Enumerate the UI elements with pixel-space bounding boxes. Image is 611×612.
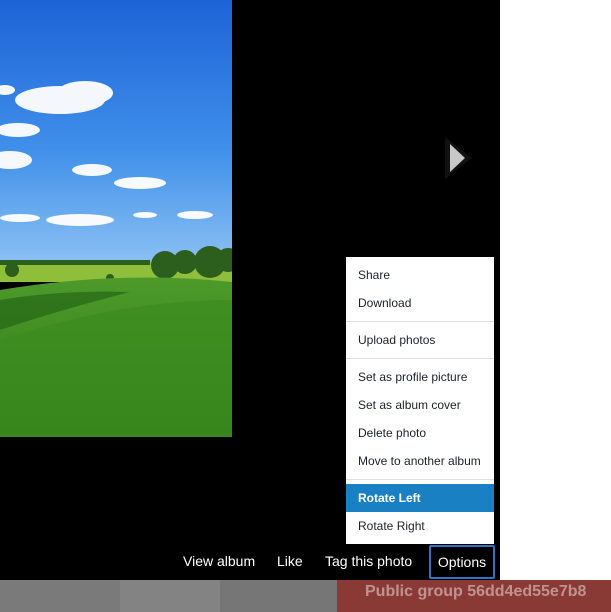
menu-item-download[interactable]: Download [346,289,494,317]
photo-actions-bar: View album Like Tag this photo Options [0,545,500,579]
menu-item-set-profile-picture[interactable]: Set as profile picture [346,363,494,391]
background-thumbnail [120,580,220,612]
play-arrow-icon [445,137,472,179]
menu-item-move-to-album[interactable]: Move to another album [346,447,494,475]
tag-photo-link[interactable]: Tag this photo [325,545,412,579]
menu-item-upload-photos[interactable]: Upload photos [346,326,494,354]
background-thumbnail [220,580,337,612]
menu-divider [346,479,494,480]
menu-item-delete-photo[interactable]: Delete photo [346,419,494,447]
menu-item-share[interactable]: Share [346,261,494,289]
options-menu: Share Download Upload photos Set as prof… [346,257,494,544]
group-name-label: Public group 56dd4ed55e7b8 [365,583,587,600]
like-link[interactable]: Like [277,545,303,579]
landscape-photo [0,0,232,437]
menu-item-rotate-left[interactable]: Rotate Left [346,484,494,512]
background-thumbnail [0,580,120,612]
photo[interactable] [0,0,232,437]
menu-item-rotate-right[interactable]: Rotate Right [346,512,494,540]
next-photo-button[interactable] [444,137,472,179]
menu-divider [346,321,494,322]
photo-viewer: View album Like Tag this photo Options S… [0,0,500,580]
menu-divider [346,358,494,359]
options-button[interactable]: Options [429,545,495,579]
view-album-link[interactable]: View album [183,545,255,579]
menu-item-set-album-cover[interactable]: Set as album cover [346,391,494,419]
